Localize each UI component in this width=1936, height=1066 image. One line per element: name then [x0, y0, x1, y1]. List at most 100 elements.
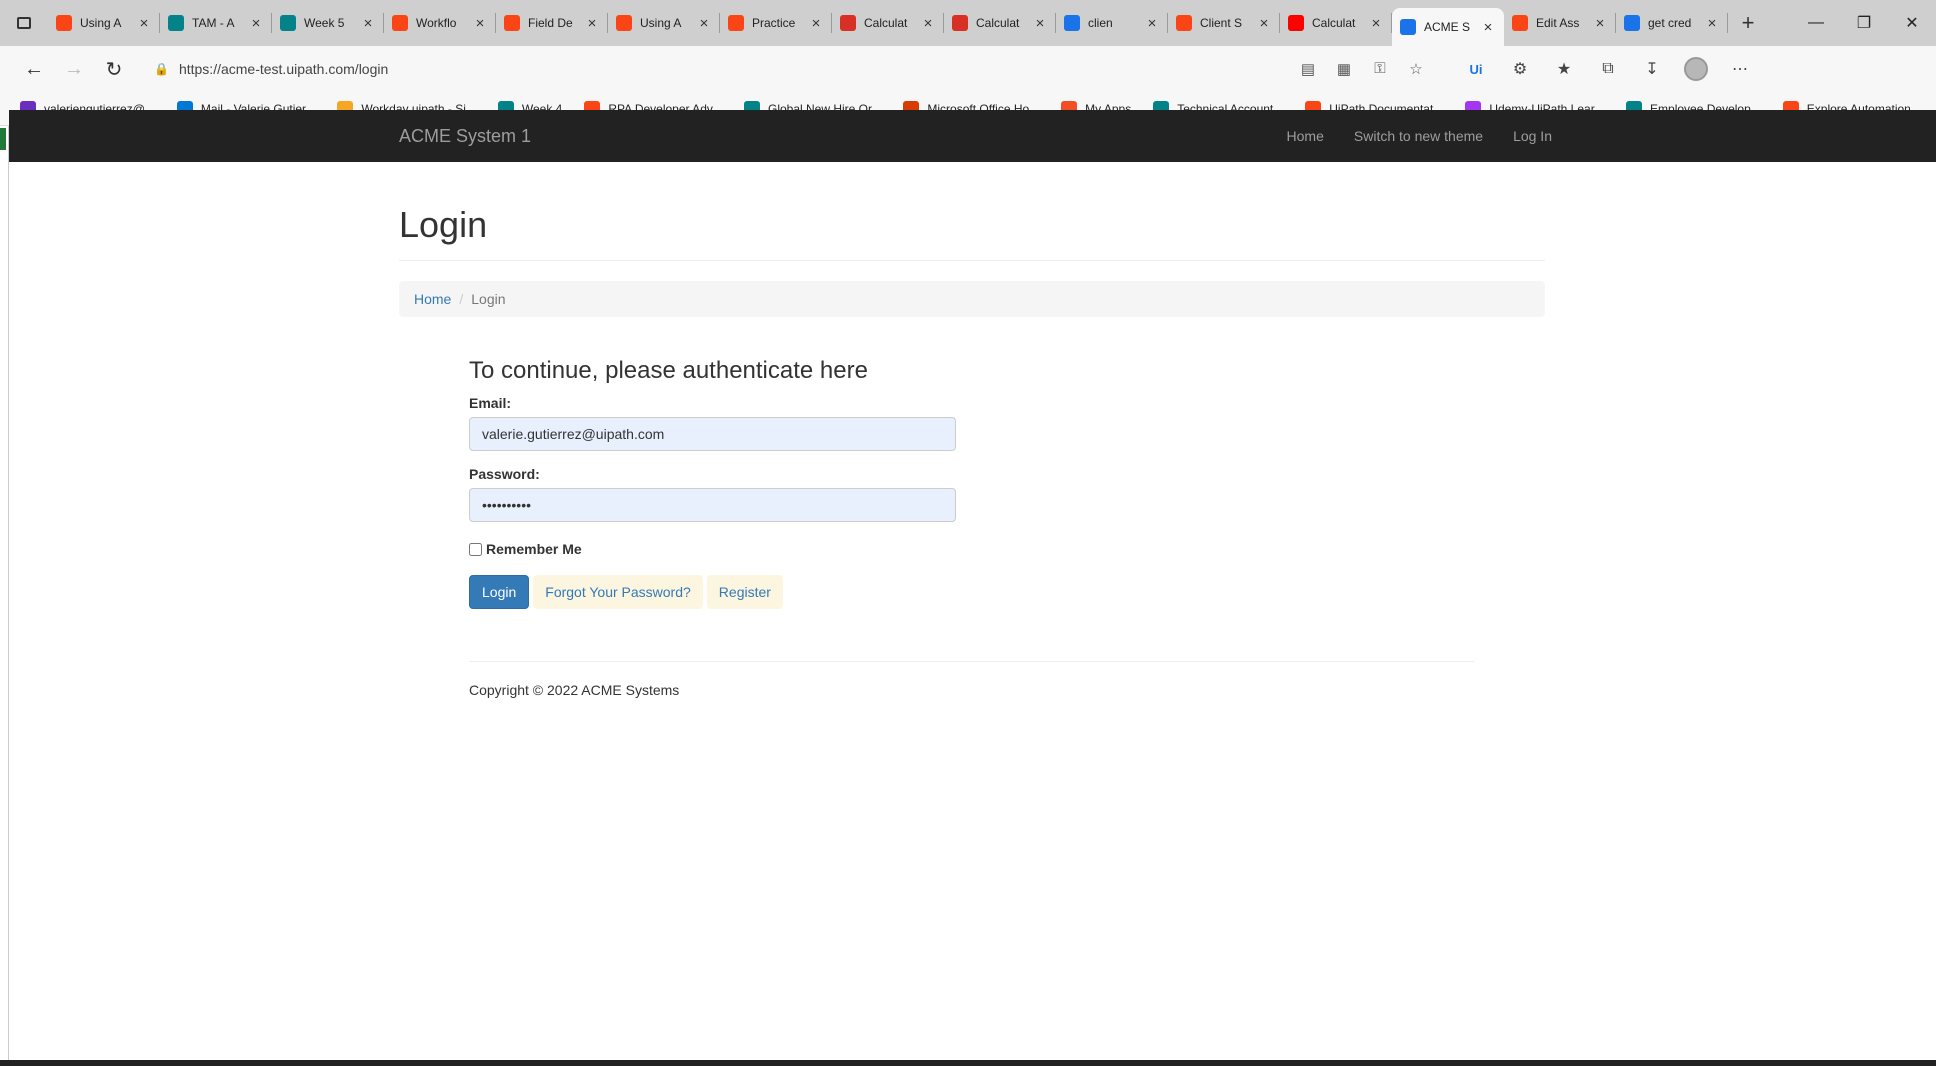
site-navbar: ACME System 1 Home Switch to new theme L… — [9, 110, 1936, 162]
breadcrumb-current: Login — [471, 291, 506, 307]
browser-tab[interactable]: Using A × — [608, 0, 720, 46]
browser-tab[interactable]: Edit Ass × — [1504, 0, 1616, 46]
copyright-text: Copyright © 2022 ACME Systems — [469, 682, 680, 698]
browser-tab[interactable]: Field De × — [496, 0, 608, 46]
browser-tab[interactable]: TAM - A × — [160, 0, 272, 46]
pdf-icon — [952, 15, 968, 31]
tab-title: Client S — [1200, 16, 1243, 30]
email-field[interactable] — [469, 417, 956, 451]
nav-login-link[interactable]: Log In — [1513, 110, 1552, 162]
nav-switch-theme-link[interactable]: Switch to new theme — [1354, 110, 1483, 162]
tab-close-icon[interactable]: × — [1368, 15, 1384, 32]
refresh-button[interactable]: ↻ — [94, 51, 134, 87]
remember-me-checkbox[interactable] — [469, 542, 482, 556]
tab-close-icon[interactable]: × — [808, 15, 824, 32]
nav-home-link[interactable]: Home — [1287, 110, 1324, 162]
restore-button[interactable]: ❐ — [1840, 0, 1888, 46]
address-bar[interactable]: 🔒 https://acme-test.uipath.com/login ▤ ▦… — [142, 52, 1442, 86]
breadcrumb-separator: / — [459, 291, 464, 307]
youtube-icon — [1288, 15, 1304, 31]
profile-avatar[interactable] — [1674, 51, 1718, 87]
uipath-icon — [1176, 15, 1192, 31]
tab-close-icon[interactable]: × — [1144, 15, 1160, 32]
minimize-button[interactable]: — — [1792, 0, 1840, 46]
browser-tab[interactable]: clien × — [1056, 0, 1168, 46]
browser-tab[interactable]: Workflo × — [384, 0, 496, 46]
tab-title: Workflo — [416, 16, 457, 30]
browser-tab[interactable]: Calculat × — [832, 0, 944, 46]
browser-tab[interactable]: ACME S × — [1392, 8, 1504, 46]
tab-close-icon[interactable]: × — [584, 15, 600, 32]
url-text[interactable]: https://acme-test.uipath.com/login — [179, 61, 388, 77]
uipath-icon — [1512, 15, 1528, 31]
forward-button[interactable]: → — [54, 51, 94, 87]
tab-title: Calculat — [864, 16, 908, 30]
tab-title: ACME S — [1424, 20, 1471, 34]
login-button[interactable]: Login — [469, 575, 530, 609]
browser-tab[interactable]: Client S × — [1168, 0, 1280, 46]
browser-tab[interactable]: Using A × — [48, 0, 160, 46]
read-aloud-icon[interactable]: ▤ — [1290, 60, 1326, 78]
tab-title: Field De — [528, 16, 573, 30]
web-page: ACME System 1 Home Switch to new theme L… — [9, 110, 1936, 1060]
add-favorite-icon[interactable]: ☆ — [1398, 60, 1434, 78]
browser-tab[interactable]: get cred × — [1616, 0, 1728, 46]
taskbar-edge — [0, 1060, 1936, 1066]
favorites-icon[interactable]: ★ — [1542, 51, 1586, 87]
browser-toolbar: ← → ↻ 🔒 https://acme-test.uipath.com/log… — [0, 46, 1936, 92]
tab-title: Edit Ass — [1536, 16, 1580, 30]
footer-divider — [469, 661, 1474, 662]
left-window-edge — [0, 126, 9, 1066]
email-label: Email: — [469, 395, 512, 411]
tab-close-icon[interactable]: × — [920, 15, 936, 32]
register-link[interactable]: Register — [706, 575, 783, 609]
tab-title: Week 5 — [304, 16, 345, 30]
sharepoint-icon — [168, 15, 184, 31]
lock-icon[interactable]: 🔒 — [154, 62, 169, 76]
bing-icon — [1064, 15, 1080, 31]
tab-title: Using A — [80, 16, 122, 30]
sharepoint-icon — [280, 15, 296, 31]
uipath-icon — [56, 15, 72, 31]
tab-close-icon[interactable]: × — [696, 15, 712, 32]
tab-actions-button[interactable] — [0, 0, 48, 46]
tab-close-icon[interactable]: × — [1480, 19, 1496, 36]
uipath-icon — [616, 15, 632, 31]
remember-me-row: Remember Me — [469, 541, 959, 557]
new-tab-button[interactable]: + — [1728, 10, 1768, 36]
bing-icon — [1624, 15, 1640, 31]
tab-close-icon[interactable]: × — [136, 15, 152, 32]
browser-tab[interactable]: Practice × — [720, 0, 832, 46]
browser-tab[interactable]: Week 5 × — [272, 0, 384, 46]
password-field[interactable] — [469, 488, 956, 522]
remember-me-label[interactable]: Remember Me — [486, 541, 582, 557]
breadcrumb-home-link[interactable]: Home — [414, 291, 451, 307]
browser-tab[interactable]: Calculat × — [944, 0, 1056, 46]
tab-title: Using A — [640, 16, 682, 30]
uipath-extension-icon[interactable]: Ui — [1454, 51, 1498, 87]
tab-close-icon[interactable]: × — [1704, 15, 1720, 32]
extensions-icon[interactable]: ⚙ — [1498, 51, 1542, 87]
browser-tab-strip: Using A × TAM - A × Week 5 × Workflo × Field De ×… — [0, 0, 1936, 46]
tab-close-icon[interactable]: × — [472, 15, 488, 32]
back-button[interactable]: ← — [14, 51, 54, 87]
app-available-icon[interactable]: ▦ — [1326, 60, 1362, 78]
tab-close-icon[interactable]: × — [1256, 15, 1272, 32]
browser-tab[interactable]: Calculat × — [1280, 0, 1392, 46]
forgot-password-link[interactable]: Forgot Your Password? — [533, 575, 703, 609]
key-icon[interactable]: ⚿ — [1362, 60, 1398, 78]
collections-icon[interactable]: ⧉ — [1586, 51, 1630, 87]
tab-close-icon[interactable]: × — [1592, 15, 1608, 32]
uipath-icon — [1400, 19, 1416, 35]
tab-title: get cred — [1648, 16, 1692, 30]
tab-close-icon[interactable]: × — [248, 15, 264, 32]
form-actions: Login Forgot Your Password? Register — [469, 575, 959, 609]
uipath-icon — [728, 15, 744, 31]
tab-close-icon[interactable]: × — [360, 15, 376, 32]
downloads-icon[interactable]: ↧ — [1630, 51, 1674, 87]
site-brand[interactable]: ACME System 1 — [399, 110, 531, 162]
close-window-button[interactable]: ✕ — [1888, 0, 1936, 46]
main-content: Login Home / Login To continue, please a… — [399, 162, 1545, 698]
tab-close-icon[interactable]: × — [1032, 15, 1048, 32]
more-options-icon[interactable]: ⋯ — [1718, 51, 1762, 87]
